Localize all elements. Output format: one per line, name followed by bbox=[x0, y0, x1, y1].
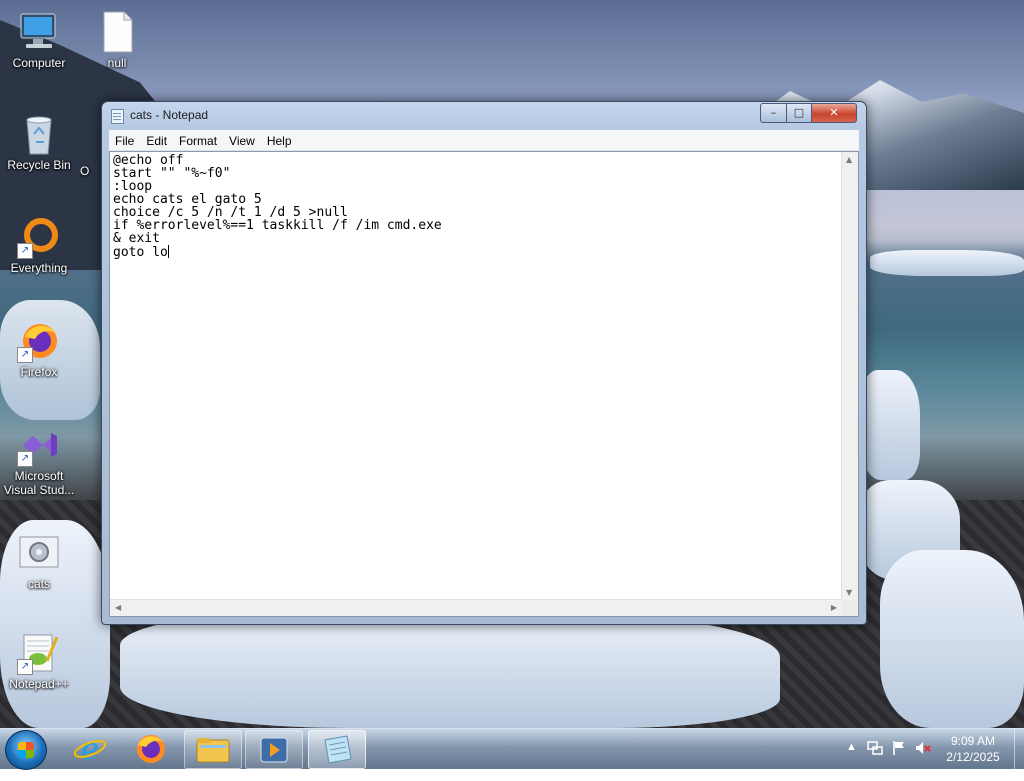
desktop-icon-null[interactable]: null bbox=[79, 10, 155, 70]
desktop-icon-visual-studio[interactable]: ↗ Microsoft Visual Stud... bbox=[1, 423, 77, 497]
start-button[interactable] bbox=[5, 730, 47, 770]
menu-file[interactable]: File bbox=[109, 132, 140, 150]
desktop-icon-everything[interactable]: ↗ Everything bbox=[1, 215, 77, 275]
desktop-icon-label: Microsoft Visual Stud... bbox=[3, 469, 75, 497]
menu-edit[interactable]: Edit bbox=[140, 132, 173, 150]
window-title: cats - Notepad bbox=[130, 108, 209, 122]
scroll-up-arrow-icon[interactable]: ▲ bbox=[846, 155, 852, 164]
horizontal-scrollbar[interactable]: ◀ ▶ bbox=[110, 599, 842, 616]
desktop-icon-notepadpp[interactable]: ↗ Notepad++ bbox=[1, 631, 77, 691]
everything-search-icon: ↗ bbox=[17, 215, 61, 259]
recycle-bin-icon bbox=[17, 112, 61, 156]
desktop-icon-label: Everything bbox=[10, 261, 68, 275]
file-explorer-icon bbox=[196, 738, 230, 763]
maximize-button[interactable]: □ bbox=[786, 103, 812, 123]
taskbar-file-explorer[interactable] bbox=[184, 730, 242, 769]
vertical-scrollbar[interactable]: ▲ ▼ bbox=[841, 152, 858, 600]
system-clock[interactable]: 9:09 AM 2/12/2025 bbox=[930, 733, 1016, 765]
editor-text[interactable]: @echo off start "" "%~f0" :loop echo cat… bbox=[113, 153, 442, 260]
svg-text:e: e bbox=[81, 732, 99, 767]
desktop-icon-computer[interactable]: Computer bbox=[1, 10, 77, 70]
internet-explorer-icon: e bbox=[73, 732, 107, 767]
scroll-left-arrow-icon[interactable]: ◀ bbox=[115, 603, 121, 612]
notepad-icon bbox=[324, 735, 352, 764]
action-center-flag-icon[interactable] bbox=[890, 739, 908, 779]
size-grip[interactable] bbox=[842, 600, 858, 616]
computer-icon bbox=[17, 10, 61, 54]
close-button[interactable]: ✕ bbox=[811, 103, 857, 123]
visual-studio-icon: ↗ bbox=[17, 423, 61, 467]
desktop-icon-label: Computer bbox=[12, 56, 66, 70]
shortcut-arrow-icon: ↗ bbox=[17, 451, 33, 467]
firefox-icon: ↗ bbox=[17, 319, 61, 363]
notepad-app-icon[interactable] bbox=[111, 109, 124, 124]
clock-date: 2/12/2025 bbox=[946, 750, 1000, 764]
desktop-icon-label: cats bbox=[27, 577, 50, 591]
menu-view[interactable]: View bbox=[223, 132, 261, 150]
media-player-icon bbox=[260, 737, 288, 763]
notepadpp-icon: ↗ bbox=[17, 631, 61, 675]
menu-help[interactable]: Help bbox=[261, 132, 298, 150]
blank-file-icon bbox=[95, 10, 139, 54]
network-icon[interactable] bbox=[866, 739, 884, 779]
minimize-button[interactable]: – bbox=[760, 103, 787, 123]
scroll-down-arrow-icon[interactable]: ▼ bbox=[846, 588, 852, 597]
text-caret bbox=[167, 245, 169, 258]
desktop-icon-partial-label: O bbox=[80, 164, 90, 178]
text-editor-area[interactable]: @echo off start "" "%~f0" :loop echo cat… bbox=[109, 151, 859, 617]
shortcut-arrow-icon: ↗ bbox=[17, 347, 33, 363]
notepad-window[interactable]: cats - Notepad – □ ✕ File Edit Format View H… bbox=[101, 101, 867, 625]
shortcut-arrow-icon: ↗ bbox=[17, 659, 33, 675]
taskbar-notepad[interactable] bbox=[308, 730, 366, 769]
show-hidden-icons-button[interactable]: ▲ bbox=[846, 741, 857, 781]
desktop-icon-label: Notepad++ bbox=[9, 677, 69, 691]
desktop-icon-label: null bbox=[107, 56, 127, 70]
menu-format[interactable]: Format bbox=[173, 132, 223, 150]
show-desktop-button[interactable] bbox=[1014, 729, 1024, 769]
taskbar-firefox[interactable] bbox=[123, 730, 179, 767]
firefox-icon bbox=[137, 735, 165, 763]
taskbar-media-player[interactable] bbox=[245, 730, 303, 769]
desktop-icon-firefox[interactable]: ↗ Firefox bbox=[1, 319, 77, 379]
scroll-right-arrow-icon[interactable]: ▶ bbox=[831, 603, 837, 612]
desktop-icon-label: Firefox bbox=[20, 365, 58, 379]
windows-logo-icon bbox=[18, 742, 34, 758]
title-bar[interactable]: cats - Notepad – □ ✕ bbox=[102, 102, 866, 128]
desktop-icon-cats[interactable]: cats bbox=[1, 531, 77, 591]
clock-time: 9:09 AM bbox=[950, 734, 996, 748]
batch-file-icon bbox=[17, 531, 61, 575]
taskbar: e ▲ 9:09 AM 2/12/2025 bbox=[0, 728, 1024, 770]
desktop-icon-label: Recycle Bin bbox=[7, 158, 71, 172]
shortcut-arrow-icon: ↗ bbox=[17, 243, 33, 259]
desktop-icon-recycle-bin[interactable]: Recycle Bin bbox=[1, 112, 77, 172]
menu-bar: File Edit Format View Help bbox=[109, 130, 859, 151]
taskbar-internet-explorer[interactable]: e bbox=[62, 730, 118, 767]
